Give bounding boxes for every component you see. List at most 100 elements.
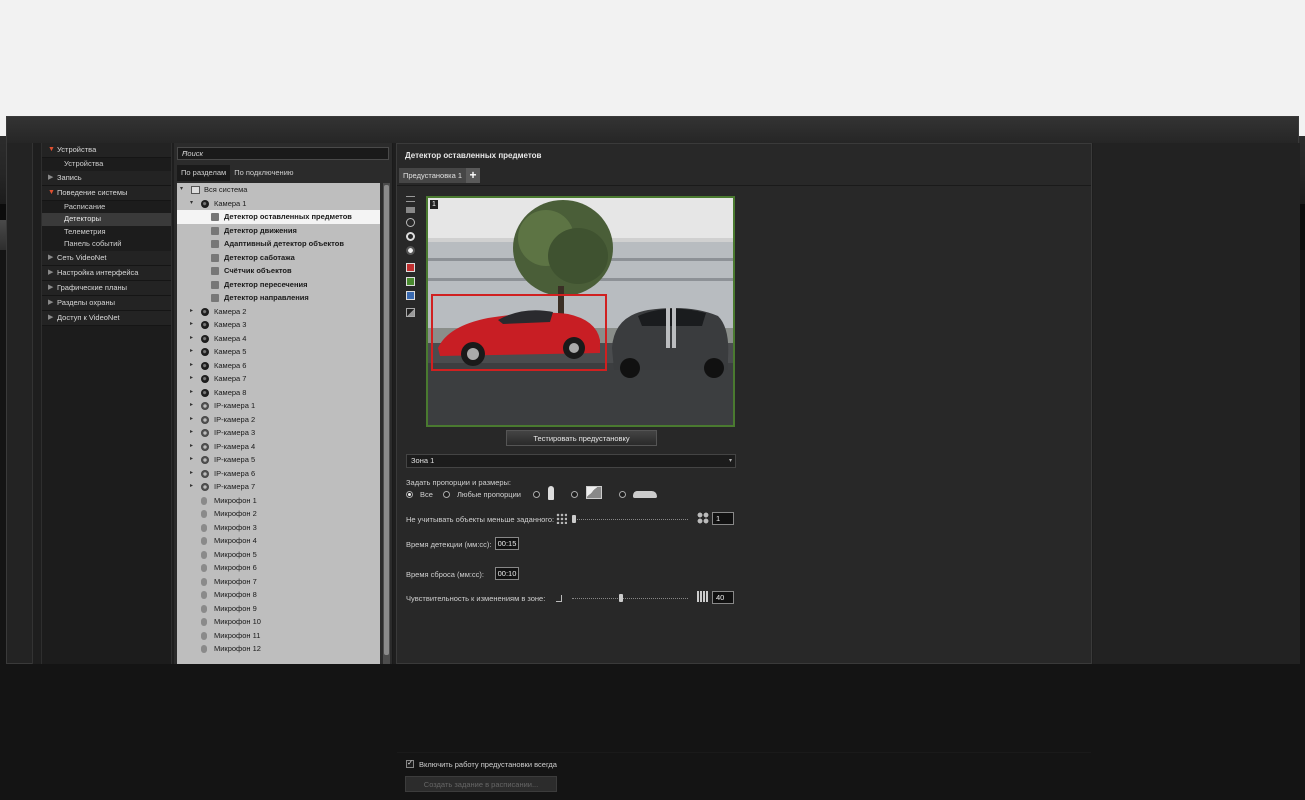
nav-section[interactable]: ▶ Графические планы [42,280,171,296]
tree-scroll-thumb[interactable] [384,185,389,655]
nav-item[interactable]: Панель событий [42,238,171,251]
tree-row[interactable]: ▸ Камера 6 [177,359,380,373]
tree-row[interactable]: ▸ Камера 7 [177,372,380,386]
expand-right-icon[interactable]: ▸ [190,480,193,494]
tree-row[interactable]: Счётчик объектов [177,264,380,278]
search-icon[interactable]: ⌕ [182,148,384,158]
chart-icon[interactable] [406,308,415,317]
tree-row[interactable]: Детектор движения [177,224,380,238]
red-zone-icon[interactable] [406,263,415,272]
expand-right-icon[interactable]: ▸ [190,332,193,346]
search-input[interactable]: Поиск ⌕ [177,147,389,160]
radio-any-proportions[interactable] [443,491,450,498]
expand-right-icon[interactable]: ▸ [190,359,193,373]
nav-section[interactable]: ▶ Доступ к VideoNet [42,310,171,326]
tree-row[interactable]: Микрофон 1 [177,494,380,508]
expand-right-icon[interactable]: ▸ [190,345,193,359]
tree-row[interactable]: ▸ IP-камера 4 [177,440,380,454]
tree-row[interactable]: ▾ Камера 1 [177,197,380,211]
expand-down-icon[interactable]: ▾ [190,197,193,211]
expand-right-icon[interactable]: ▸ [190,467,193,481]
expand-right-icon[interactable]: ▸ [190,426,193,440]
nav-section[interactable]: ▶ Разделы охраны [42,295,171,311]
expand-right-icon[interactable]: ▸ [190,305,193,319]
brightness-icon[interactable] [406,246,415,255]
nav-item[interactable]: Расписание [42,200,171,213]
radio-person[interactable] [533,491,540,498]
add-preset-button[interactable]: + [466,168,480,183]
expand-right-icon[interactable]: ▸ [190,413,193,427]
tree-row[interactable]: ▾ Вся система [177,183,380,197]
radio-box[interactable] [571,491,578,498]
tree-row[interactable]: ▸ Камера 4 [177,332,380,346]
tree-row[interactable]: ▸ Камера 8 [177,386,380,400]
tree-row[interactable]: Адаптивный детектор объектов [177,237,380,251]
expand-right-icon[interactable]: ▸ [190,386,193,400]
tree-row[interactable]: Детектор пересечения [177,278,380,292]
tree-row-label: IP-камера 5 [214,455,256,464]
expand-down-icon[interactable]: ▾ [180,183,183,197]
test-preset-button[interactable]: Тестировать предустановку [506,430,657,446]
blue-zone-icon[interactable] [406,291,415,300]
radio-all[interactable] [406,491,413,498]
tree-row[interactable]: Детектор саботажа [177,251,380,265]
nav-section[interactable]: ▶ Запись [42,170,171,186]
zone-select[interactable]: Зона 1 ▾ [406,454,736,468]
tree-row[interactable]: Микрофон 12 [177,642,380,656]
nav-item[interactable]: Устройства [42,158,171,171]
ignore-size-slider-track[interactable] [572,519,688,520]
expand-right-icon[interactable]: ▸ [190,440,193,454]
list-icon[interactable] [406,196,415,202]
tree-row[interactable]: Микрофон 3 [177,521,380,535]
tree-row[interactable]: Микрофон 7 [177,575,380,589]
tree-row[interactable]: Микрофон 10 [177,615,380,629]
tree-row[interactable]: ▸ IP-камера 7 [177,480,380,494]
nav-section[interactable]: ▼ Устройства [42,143,171,158]
tree-row[interactable]: ▸ Камера 5 [177,345,380,359]
tab-by-connection[interactable]: По подключению [230,165,297,181]
tree-row[interactable]: Микрофон 5 [177,548,380,562]
green-zone-icon[interactable] [406,277,415,286]
expand-right-icon[interactable]: ▸ [190,372,193,386]
tree-row[interactable]: Микрофон 9 [177,602,380,616]
tree-row[interactable]: ▸ IP-камера 5 [177,453,380,467]
expand-right-icon[interactable]: ▸ [190,399,193,413]
tree-row[interactable]: ▸ IP-камера 3 [177,426,380,440]
nav-section[interactable]: ▼ Поведение системы [42,185,171,201]
tree-row[interactable]: ▸ Камера 3 [177,318,380,332]
ignore-size-slider-knob[interactable] [572,515,576,523]
sensitivity-slider-knob[interactable] [619,594,623,602]
tree-row[interactable]: Детектор оставленных предметов [177,210,380,224]
tree-row[interactable]: Детектор направления [177,291,380,305]
rotate-icon[interactable] [406,218,415,227]
expand-right-icon[interactable]: ▸ [190,453,193,467]
tree-row[interactable]: Микрофон 4 [177,534,380,548]
tree-row[interactable]: Микрофон 6 [177,561,380,575]
tree-row[interactable]: Микрофон 2 [177,507,380,521]
sensitivity-slider-track[interactable] [572,598,688,599]
circle-icon[interactable] [406,232,415,241]
tree-row[interactable]: Микрофон 11 [177,629,380,643]
tree-row[interactable]: ▸ IP-камера 1 [177,399,380,413]
enable-always-checkbox[interactable]: ✓ [406,760,414,768]
detection-zone[interactable] [431,294,607,371]
nav-section[interactable]: ▶ Настройка интерфейса [42,265,171,281]
nav-section[interactable]: ▶ Сеть VideoNet [42,250,171,266]
tree-row[interactable]: Микрофон 8 [177,588,380,602]
delete-icon[interactable] [406,207,415,213]
sensitivity-input[interactable]: 40 [712,591,734,604]
nav-item[interactable]: Детекторы [42,213,171,226]
camera-preview[interactable]: 1 [426,196,735,427]
create-schedule-task-button[interactable]: Создать задание в расписании... [405,776,557,792]
detection-time-input[interactable]: 00:15 [495,537,519,550]
ignore-size-input[interactable]: 1 [712,512,734,525]
reset-time-input[interactable]: 00:10 [495,567,519,580]
tree-row[interactable]: ▸ Камера 2 [177,305,380,319]
tree-row[interactable]: ▸ IP-камера 2 [177,413,380,427]
nav-item[interactable]: Телеметрия [42,225,171,238]
tab-by-sections[interactable]: По разделам [177,165,231,181]
tree-row[interactable]: ▸ IP-камера 6 [177,467,380,481]
expand-right-icon[interactable]: ▸ [190,318,193,332]
radio-car[interactable] [619,491,626,498]
tab-preset-1[interactable]: Предустановка 1 [399,168,467,183]
